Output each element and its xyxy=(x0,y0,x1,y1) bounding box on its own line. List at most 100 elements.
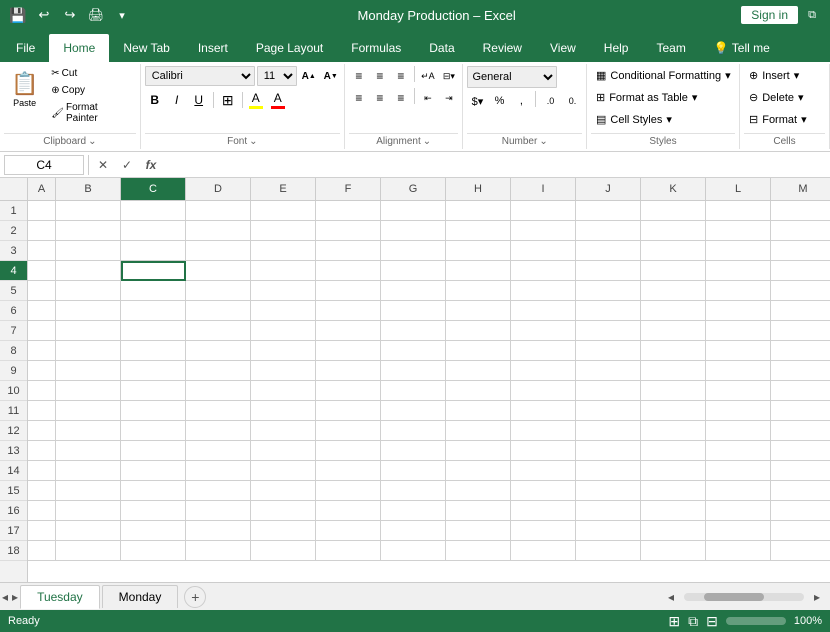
cell-H6[interactable] xyxy=(446,301,511,321)
cell-B15[interactable] xyxy=(56,481,121,501)
cell-C16[interactable] xyxy=(121,501,186,521)
row-header-10[interactable]: 10 xyxy=(0,381,27,401)
cell-H1[interactable] xyxy=(446,201,511,221)
cell-A2[interactable] xyxy=(28,221,56,241)
fill-color-button[interactable]: A xyxy=(247,89,265,111)
cell-I18[interactable] xyxy=(511,541,576,561)
cell-I10[interactable] xyxy=(511,381,576,401)
row-header-5[interactable]: 5 xyxy=(0,281,27,301)
cell-I6[interactable] xyxy=(511,301,576,321)
cell-G17[interactable] xyxy=(381,521,446,541)
cell-D15[interactable] xyxy=(186,481,251,501)
cell-J3[interactable] xyxy=(576,241,641,261)
cell-B10[interactable] xyxy=(56,381,121,401)
cell-H8[interactable] xyxy=(446,341,511,361)
cell-I15[interactable] xyxy=(511,481,576,501)
tab-new-tab[interactable]: New Tab xyxy=(109,34,183,62)
cell-M15[interactable] xyxy=(771,481,830,501)
col-header-F[interactable]: F xyxy=(316,178,381,200)
cell-E3[interactable] xyxy=(251,241,316,261)
cell-M16[interactable] xyxy=(771,501,830,521)
cell-F14[interactable] xyxy=(316,461,381,481)
border-button[interactable]: ⊞ xyxy=(218,90,238,110)
cell-D17[interactable] xyxy=(186,521,251,541)
decrease-decimal-button[interactable]: 0. xyxy=(562,91,582,111)
cell-L9[interactable] xyxy=(706,361,771,381)
paste-button[interactable]: 📋 Paste xyxy=(4,66,45,113)
cell-B13[interactable] xyxy=(56,441,121,461)
cell-G16[interactable] xyxy=(381,501,446,521)
cell-G6[interactable] xyxy=(381,301,446,321)
comma-button[interactable]: , xyxy=(511,91,531,111)
row-header-11[interactable]: 11 xyxy=(0,401,27,421)
cell-D13[interactable] xyxy=(186,441,251,461)
cell-I7[interactable] xyxy=(511,321,576,341)
cell-J4[interactable] xyxy=(576,261,641,281)
cell-H9[interactable] xyxy=(446,361,511,381)
cell-I2[interactable] xyxy=(511,221,576,241)
cell-C11[interactable] xyxy=(121,401,186,421)
cell-L8[interactable] xyxy=(706,341,771,361)
cell-A10[interactable] xyxy=(28,381,56,401)
cell-C15[interactable] xyxy=(121,481,186,501)
cell-H4[interactable] xyxy=(446,261,511,281)
cell-I12[interactable] xyxy=(511,421,576,441)
cell-C1[interactable] xyxy=(121,201,186,221)
col-header-D[interactable]: D xyxy=(186,178,251,200)
cell-F13[interactable] xyxy=(316,441,381,461)
cell-A7[interactable] xyxy=(28,321,56,341)
cell-E8[interactable] xyxy=(251,341,316,361)
cancel-formula-button[interactable]: ✕ xyxy=(93,155,113,175)
cell-A14[interactable] xyxy=(28,461,56,481)
cell-B12[interactable] xyxy=(56,421,121,441)
increase-decimal-button[interactable]: .0 xyxy=(540,91,560,111)
cut-button[interactable]: ✂ Cut xyxy=(47,66,135,81)
cell-M18[interactable] xyxy=(771,541,830,561)
cell-G2[interactable] xyxy=(381,221,446,241)
cell-A8[interactable] xyxy=(28,341,56,361)
cell-A1[interactable] xyxy=(28,201,56,221)
cell-K2[interactable] xyxy=(641,221,706,241)
cell-K11[interactable] xyxy=(641,401,706,421)
row-header-15[interactable]: 15 xyxy=(0,481,27,501)
cell-L16[interactable] xyxy=(706,501,771,521)
cell-B8[interactable] xyxy=(56,341,121,361)
cell-I1[interactable] xyxy=(511,201,576,221)
cell-I8[interactable] xyxy=(511,341,576,361)
cell-K16[interactable] xyxy=(641,501,706,521)
cell-M3[interactable] xyxy=(771,241,830,261)
cell-K17[interactable] xyxy=(641,521,706,541)
cell-C13[interactable] xyxy=(121,441,186,461)
tab-file[interactable]: File xyxy=(2,34,49,62)
cell-J18[interactable] xyxy=(576,541,641,561)
cell-K7[interactable] xyxy=(641,321,706,341)
cell-A9[interactable] xyxy=(28,361,56,381)
h-scroll-left[interactable]: ◂ xyxy=(666,588,676,606)
tab-team[interactable]: Team xyxy=(642,34,699,62)
alignment-expand-icon[interactable]: ⌄ xyxy=(423,136,431,147)
cell-C14[interactable] xyxy=(121,461,186,481)
cell-E15[interactable] xyxy=(251,481,316,501)
cell-G18[interactable] xyxy=(381,541,446,561)
col-header-A[interactable]: A xyxy=(28,178,56,200)
cell-I4[interactable] xyxy=(511,261,576,281)
cell-B17[interactable] xyxy=(56,521,121,541)
col-header-E[interactable]: E xyxy=(251,178,316,200)
formula-input[interactable] xyxy=(165,158,826,172)
format-button[interactable]: ⊟ Format ▾ xyxy=(744,110,812,129)
cell-I9[interactable] xyxy=(511,361,576,381)
row-header-17[interactable]: 17 xyxy=(0,521,27,541)
font-expand-icon[interactable]: ⌄ xyxy=(249,136,257,147)
cell-J14[interactable] xyxy=(576,461,641,481)
cell-J12[interactable] xyxy=(576,421,641,441)
cell-D7[interactable] xyxy=(186,321,251,341)
cell-G9[interactable] xyxy=(381,361,446,381)
number-format-select[interactable]: General Number Currency Percentage Date xyxy=(467,66,557,88)
cell-F16[interactable] xyxy=(316,501,381,521)
cell-J1[interactable] xyxy=(576,201,641,221)
underline-button[interactable]: U xyxy=(189,90,209,110)
cell-I11[interactable] xyxy=(511,401,576,421)
sheet-tab-monday[interactable]: Monday xyxy=(102,585,179,608)
tab-formulas[interactable]: Formulas xyxy=(337,34,415,62)
cell-F6[interactable] xyxy=(316,301,381,321)
